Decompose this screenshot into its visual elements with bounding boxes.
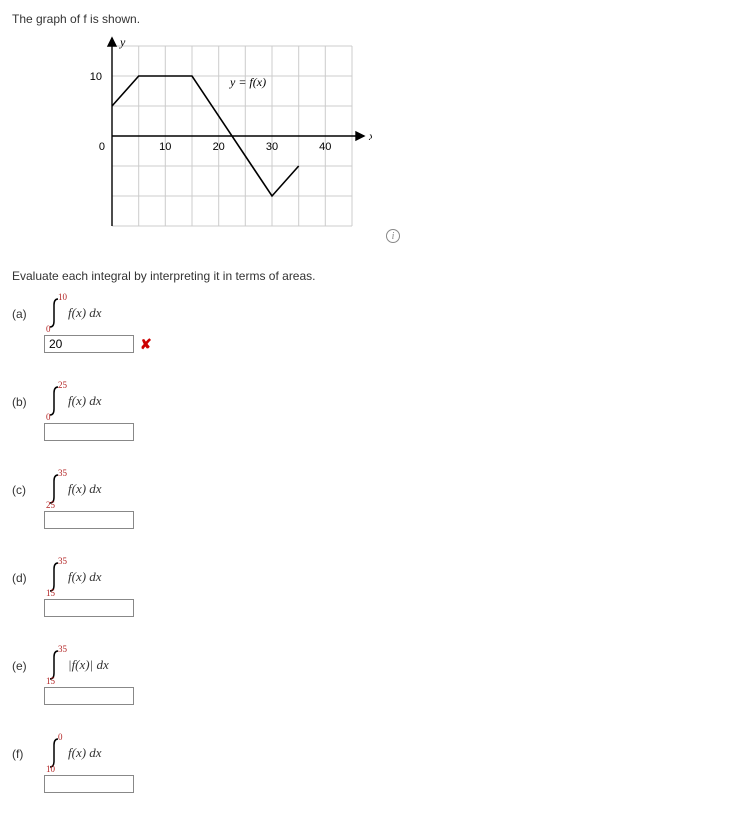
part-d-lower: 15: [46, 588, 55, 598]
x-axis-label: x: [368, 129, 372, 143]
part-f-label: (f): [12, 747, 36, 761]
part-a-lower: 0: [46, 324, 51, 334]
part-e-lower: 15: [46, 676, 55, 686]
part-f-input[interactable]: [44, 775, 134, 793]
part-c-upper: 35: [58, 468, 67, 478]
part-d: (d) 35 15 f(x) dx: [12, 561, 743, 617]
tick-40: 40: [319, 141, 331, 153]
part-e-input[interactable]: [44, 687, 134, 705]
part-b-integrand: f(x) dx: [68, 393, 102, 409]
y-axis-label: y: [119, 36, 126, 49]
part-a-upper: 10: [58, 292, 67, 302]
part-d-integrand: f(x) dx: [68, 569, 102, 585]
info-icon[interactable]: i: [386, 229, 400, 243]
part-c-integral: 35 25 f(x) dx: [44, 473, 102, 505]
instruction-text: Evaluate each integral by interpreting i…: [12, 269, 743, 283]
part-d-input[interactable]: [44, 599, 134, 617]
part-f-integral: 0 10 f(x) dx: [44, 737, 102, 769]
part-c-input[interactable]: [44, 511, 134, 529]
part-b-label: (b): [12, 395, 36, 409]
part-c-lower: 25: [46, 500, 55, 510]
part-b: (b) 25 0 f(x) dx: [12, 385, 743, 441]
part-d-label: (d): [12, 571, 36, 585]
tick-30: 30: [266, 141, 278, 153]
tick-10: 10: [159, 141, 171, 153]
part-f-upper: 0: [58, 732, 63, 742]
tick-20: 20: [213, 141, 225, 153]
part-a-input[interactable]: [44, 335, 134, 353]
graph-svg: 0 10 20 30 40 10 y x y = f(x): [72, 36, 372, 246]
part-a-integral: 10 0 f(x) dx: [44, 297, 102, 329]
part-f: (f) 0 10 f(x) dx: [12, 737, 743, 793]
part-e-upper: 35: [58, 644, 67, 654]
part-a: (a) 10 0 f(x) dx ✘: [12, 297, 743, 353]
part-e: (e) 35 15 |f(x)| dx: [12, 649, 743, 705]
part-e-integral: 35 15 |f(x)| dx: [44, 649, 109, 681]
part-c-label: (c): [12, 483, 36, 497]
part-c: (c) 35 25 f(x) dx: [12, 473, 743, 529]
part-b-upper: 25: [58, 380, 67, 390]
part-e-label: (e): [12, 659, 36, 673]
part-d-upper: 35: [58, 556, 67, 566]
page-title: The graph of f is shown.: [12, 12, 743, 26]
part-a-integrand: f(x) dx: [68, 305, 102, 321]
part-f-lower: 10: [46, 764, 55, 774]
part-d-integral: 35 15 f(x) dx: [44, 561, 102, 593]
wrong-icon: ✘: [140, 336, 152, 353]
part-c-integrand: f(x) dx: [68, 481, 102, 497]
part-b-input[interactable]: [44, 423, 134, 441]
graph-container: 0 10 20 30 40 10 y x y = f(x) i: [72, 36, 372, 249]
tick-0: 0: [99, 141, 105, 153]
part-b-lower: 0: [46, 412, 51, 422]
part-e-integrand: |f(x)| dx: [68, 657, 109, 673]
tick-y10: 10: [90, 71, 102, 83]
part-a-label: (a): [12, 307, 36, 321]
part-f-integrand: f(x) dx: [68, 745, 102, 761]
part-b-integral: 25 0 f(x) dx: [44, 385, 102, 417]
curve-label: y = f(x): [229, 75, 266, 89]
